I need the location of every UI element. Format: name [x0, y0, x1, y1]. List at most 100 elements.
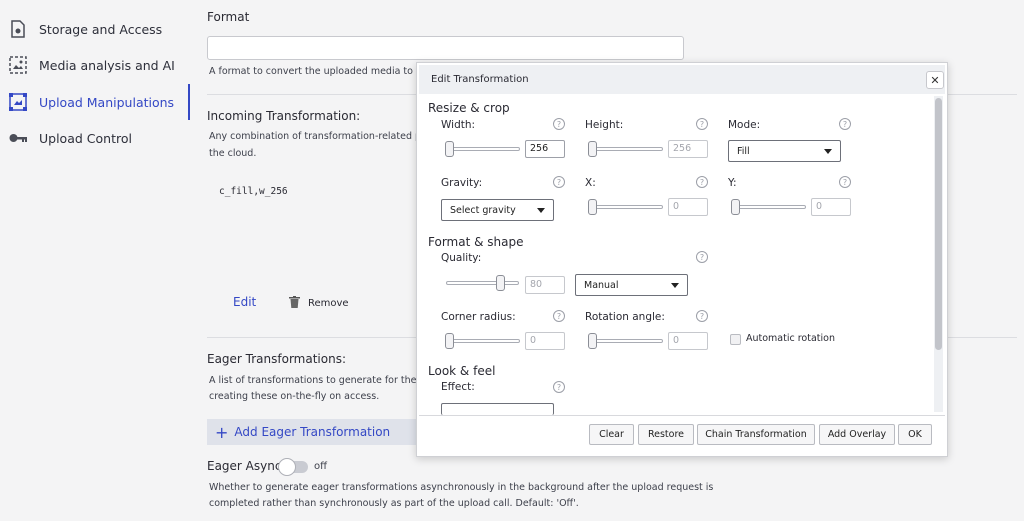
help-icon[interactable]: ? [553, 381, 565, 393]
quality-mode-value: Manual [584, 279, 619, 291]
dialog-scrollbar[interactable] [934, 96, 943, 412]
gravity-label: Gravity: [441, 177, 483, 189]
width-label: Width: [441, 119, 476, 131]
manipulations-icon [9, 93, 27, 111]
height-input[interactable]: 256 [668, 140, 708, 158]
restore-button[interactable]: Restore [638, 424, 694, 445]
help-icon[interactable]: ? [839, 176, 851, 188]
help-icon[interactable]: ? [553, 176, 565, 188]
edit-button[interactable]: Edit [233, 295, 256, 309]
eager-help-line2: creating these on-the-fly on access. [209, 391, 380, 402]
eager-async-label: Eager Async: [207, 459, 286, 473]
incoming-transformation-label: Incoming Transformation: [207, 109, 361, 123]
eager-async-state: off [314, 461, 328, 472]
dialog-footer: Clear Restore Chain Transformation Add O… [419, 415, 945, 455]
format-input[interactable] [207, 36, 684, 60]
automatic-rotation-label: Automatic rotation [746, 333, 835, 344]
corner-radius-slider[interactable] [445, 333, 520, 349]
corner-radius-label: Corner radius: [441, 311, 516, 323]
format-label: Format [207, 10, 250, 24]
quality-mode-select[interactable]: Manual [575, 274, 688, 296]
format-help: A format to convert the uploaded media t… [209, 66, 428, 77]
gravity-select[interactable]: Select gravity [441, 199, 554, 221]
height-slider[interactable] [588, 141, 663, 157]
chevron-down-icon [824, 149, 832, 154]
incoming-help-line1: Any combination of transformation-relate… [209, 131, 427, 142]
slider-handle[interactable] [588, 199, 597, 215]
chain-transformation-button[interactable]: Chain Transformation [697, 424, 815, 445]
mode-label: Mode: [728, 119, 761, 131]
dialog-title-bar: Edit Transformation ✕ [419, 65, 945, 94]
slider-handle[interactable] [588, 141, 597, 157]
scrollbar-thumb[interactable] [935, 98, 942, 350]
x-input[interactable]: 0 [668, 198, 708, 216]
eager-transformations-label: Eager Transformations: [207, 352, 347, 366]
dialog-title: Edit Transformation [431, 74, 529, 85]
help-icon[interactable]: ? [696, 310, 708, 322]
eager-async-toggle[interactable] [278, 458, 308, 476]
slider-handle[interactable] [445, 333, 454, 349]
sidebar-item-upload-control[interactable]: Upload Control [0, 120, 190, 156]
section-look-feel: Look & feel [428, 364, 496, 378]
slider-handle[interactable] [588, 333, 597, 349]
add-eager-transformation-button[interactable]: + Add Eager Transformation [207, 419, 427, 445]
section-resize-crop: Resize & crop [428, 101, 510, 115]
sidebar-item-label: Upload Control [39, 130, 132, 146]
incoming-transformation-code: c_fill,w_256 [219, 186, 288, 197]
chevron-down-icon [537, 208, 545, 213]
y-label: Y: [728, 177, 737, 189]
x-label: X: [585, 177, 596, 189]
quality-input[interactable]: 80 [525, 276, 565, 294]
mode-select[interactable]: Fill [728, 140, 841, 162]
corner-radius-input[interactable]: 0 [525, 332, 565, 350]
eager-help-line1: A list of transformations to generate fo… [209, 375, 432, 386]
rotation-angle-input[interactable]: 0 [668, 332, 708, 350]
toggle-knob [278, 458, 296, 476]
help-icon[interactable]: ? [696, 176, 708, 188]
help-icon[interactable]: ? [553, 118, 565, 130]
ok-button[interactable]: OK [898, 424, 932, 445]
quality-slider[interactable] [446, 275, 519, 291]
remove-button[interactable]: Remove [289, 296, 349, 311]
help-icon[interactable]: ? [696, 251, 708, 263]
add-eager-label: Add Eager Transformation [234, 425, 391, 439]
help-icon[interactable]: ? [839, 118, 851, 130]
mode-value: Fill [737, 145, 750, 157]
sidebar: Storage and Access Media analysis and AI… [0, 0, 190, 521]
height-label: Height: [585, 119, 624, 131]
key-icon [9, 129, 27, 147]
y-slider[interactable] [731, 199, 806, 215]
rotation-angle-slider[interactable] [588, 333, 663, 349]
trash-icon [289, 296, 300, 311]
slider-handle[interactable] [496, 275, 505, 291]
x-slider[interactable] [588, 199, 663, 215]
sidebar-item-label: Upload Manipulations [39, 94, 175, 110]
chevron-down-icon [671, 283, 679, 288]
width-slider[interactable] [445, 141, 520, 157]
quality-label: Quality: [441, 252, 482, 264]
rotation-angle-label: Rotation angle: [585, 311, 665, 323]
slider-handle[interactable] [445, 141, 454, 157]
width-input[interactable]: 256 [525, 140, 565, 158]
storage-icon [9, 20, 27, 38]
slider-handle[interactable] [731, 199, 740, 215]
automatic-rotation-checkbox[interactable] [730, 334, 741, 345]
section-format-shape: Format & shape [428, 235, 524, 249]
sidebar-item-label: Media analysis and AI [39, 57, 175, 73]
add-overlay-button[interactable]: Add Overlay [819, 424, 895, 445]
help-icon[interactable]: ? [696, 118, 708, 130]
gravity-value: Select gravity [450, 204, 516, 216]
sidebar-item-upload-manipulations[interactable]: Upload Manipulations [0, 84, 190, 120]
y-input[interactable]: 0 [811, 198, 851, 216]
help-icon[interactable]: ? [553, 310, 565, 322]
clear-button[interactable]: Clear [589, 424, 634, 445]
effect-select[interactable] [441, 403, 554, 415]
edit-transformation-dialog: Edit Transformation ✕ Resize & crop Widt… [416, 62, 948, 457]
sidebar-item-storage-and-access[interactable]: Storage and Access [0, 11, 190, 47]
close-icon[interactable]: ✕ [926, 71, 944, 89]
sidebar-item-label: Storage and Access [39, 21, 163, 37]
image-analysis-icon [9, 56, 27, 74]
remove-label: Remove [308, 298, 349, 309]
plus-icon: + [215, 422, 229, 442]
sidebar-item-media-analysis[interactable]: Media analysis and AI [0, 47, 190, 83]
